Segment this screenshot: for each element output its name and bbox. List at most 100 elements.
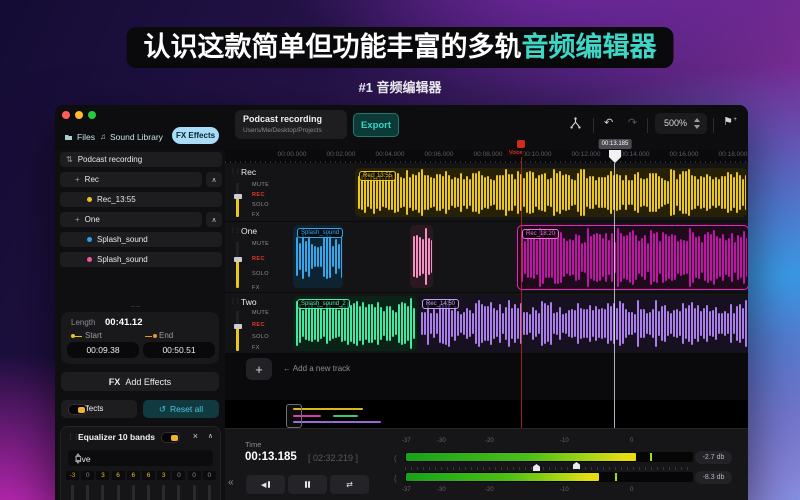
eq-slider-rail[interactable]: [86, 485, 90, 500]
meter-scale-label: -20: [485, 438, 494, 444]
eq-slider-rail[interactable]: [162, 485, 166, 500]
clip-label: Splash_sound_2: [297, 299, 350, 309]
meter-scale-top: -37 -30 -20 -10 0: [402, 438, 695, 445]
track-fx-button[interactable]: FX: [252, 212, 260, 218]
collapse-chevron-icon[interactable]: ∧: [206, 172, 222, 187]
track-rec-button[interactable]: REC: [252, 256, 265, 262]
plus-icon: +: [75, 175, 80, 184]
drag-handle-icon[interactable]: ⋮⋮: [230, 227, 241, 234]
track-volume-slider[interactable]: [236, 242, 239, 288]
tree-item-splash-sound[interactable]: Splash_sound: [60, 252, 222, 267]
clip-two-purple[interactable]: Rec_14:50: [418, 296, 748, 351]
tree-item-rec[interactable]: + Rec: [60, 172, 202, 187]
volume-slider-handle[interactable]: [233, 324, 242, 329]
equalizer-toggle[interactable]: [161, 432, 180, 443]
tab-sound-library[interactable]: ♫ Sound Library: [100, 129, 163, 144]
export-button[interactable]: Export: [353, 113, 399, 137]
tree-item-podcast-recording[interactable]: ⇅ Podcast recording: [60, 152, 222, 167]
track-rec-button[interactable]: REC: [252, 322, 265, 328]
eq-slider-rail[interactable]: [192, 485, 196, 500]
track-volume-slider[interactable]: [236, 183, 239, 217]
eq-slider-rail[interactable]: [71, 485, 74, 500]
end-time-field[interactable]: 00:50.51: [143, 342, 215, 358]
drag-handle-icon[interactable]: ⋮⋮: [230, 298, 241, 305]
waveform: [356, 169, 746, 216]
tree-item-one[interactable]: + One: [60, 212, 202, 227]
minimap-viewport[interactable]: [286, 404, 302, 428]
minimize-window-button[interactable]: [75, 111, 83, 119]
clip-one-pink[interactable]: [410, 225, 433, 288]
track-lane-one: ⋮⋮ One MUTE REC SOLO FX Splash_sound Rec_18…: [225, 222, 748, 292]
pause-button[interactable]: [288, 475, 327, 494]
tab-files[interactable]: Files: [64, 129, 95, 144]
collapse-panel-icon[interactable]: «: [228, 477, 234, 488]
track-rec-button[interactable]: REC: [252, 192, 265, 198]
collapse-chevron-icon[interactable]: ∧: [208, 432, 213, 440]
eq-band-value: -3: [66, 471, 79, 480]
reset-all-button[interactable]: ↺ Reset all: [143, 400, 219, 418]
meter-scale-label: -37: [402, 487, 411, 493]
clip-one-blue[interactable]: Splash_sound: [293, 225, 343, 288]
eq-slider-rail[interactable]: [131, 485, 135, 500]
tab-fx-effects[interactable]: FX Effects: [172, 127, 219, 144]
collapse-chevron-icon[interactable]: ∧: [206, 212, 222, 227]
skip-back-button[interactable]: ◀: [246, 475, 285, 494]
eq-band-value: 0: [187, 471, 201, 480]
panel-resize-handle[interactable]: ┄┄: [131, 303, 141, 311]
loop-button[interactable]: ⇄: [330, 475, 369, 494]
length-value: 00:41.12: [105, 316, 143, 328]
track-fx-button[interactable]: FX: [252, 345, 260, 351]
zoom-level-select[interactable]: 500%: [655, 113, 707, 134]
end-label: End: [159, 331, 174, 340]
track-name: One: [241, 226, 258, 236]
tree-item-rec-13-55[interactable]: Rec_13:55: [60, 192, 222, 207]
sort-icon: ⇅: [66, 155, 73, 164]
clip-one-magenta-selected[interactable]: Rec_18:20: [517, 225, 748, 290]
track-solo-button[interactable]: SOLO: [252, 334, 269, 340]
eq-slider-rail[interactable]: [177, 485, 181, 500]
add-track-label: ← Add a new track: [283, 364, 351, 373]
start-time-field[interactable]: 00:09.38: [67, 342, 139, 358]
eq-slider-rail[interactable]: [101, 485, 105, 500]
close-window-button[interactable]: [62, 111, 70, 119]
add-track-button[interactable]: +: [246, 358, 272, 380]
clip-rec-yellow[interactable]: Rec_13:55: [355, 168, 747, 217]
eq-preset-select[interactable]: Live: [68, 450, 213, 466]
tree-item-splash-sound[interactable]: Splash_sound: [60, 232, 222, 247]
volume-slider-handle[interactable]: [233, 257, 242, 262]
clip-two-green[interactable]: Splash_sound_2: [293, 296, 417, 351]
track-mute-button[interactable]: MUTE: [252, 310, 269, 316]
drag-handle-icon[interactable]: ⋮⋮: [230, 168, 241, 175]
eq-band-value: 0: [81, 471, 95, 480]
track-solo-button[interactable]: SOLO: [252, 271, 269, 277]
meter-marker-handle[interactable]: [573, 462, 580, 469]
volume-slider-handle[interactable]: [233, 194, 242, 199]
split-clip-icon[interactable]: [569, 117, 582, 135]
meter-left-icon: (: [394, 454, 397, 463]
music-icon: ♫: [100, 132, 106, 141]
eq-band-value: 6: [111, 471, 125, 480]
meter-scale-label: -10: [560, 487, 569, 493]
redo-icon[interactable]: ↷: [628, 116, 637, 131]
eq-slider-rail[interactable]: [207, 485, 211, 500]
add-effects-button[interactable]: FX Add Effects: [61, 372, 219, 391]
meter-right-icon: (: [394, 474, 397, 483]
all-effects-toggle[interactable]: [68, 404, 87, 415]
length-label: Length: [71, 318, 96, 327]
eq-slider-rail[interactable]: [116, 485, 120, 500]
track-volume-slider[interactable]: [236, 311, 239, 351]
track-solo-button[interactable]: SOLO: [252, 202, 269, 208]
track-mute-button[interactable]: MUTE: [252, 241, 269, 247]
voice-marker-flag-icon[interactable]: [517, 140, 525, 148]
meter-marker-handle[interactable]: [533, 464, 540, 471]
close-icon[interactable]: ×: [193, 431, 198, 441]
eq-slider-rail[interactable]: [147, 485, 150, 500]
ruler-label: 00:18.000: [718, 151, 748, 158]
project-info-box[interactable]: Podcast recording Users/Me/Desktop/Proje…: [235, 110, 347, 139]
track-fx-button[interactable]: FX: [252, 285, 260, 291]
timeline-minimap[interactable]: [225, 400, 748, 428]
undo-icon[interactable]: ↶: [604, 116, 613, 131]
add-marker-flag-icon[interactable]: ⚑ +: [723, 115, 737, 130]
track-mute-button[interactable]: MUTE: [252, 182, 269, 188]
zoom-window-button[interactable]: [88, 111, 96, 119]
